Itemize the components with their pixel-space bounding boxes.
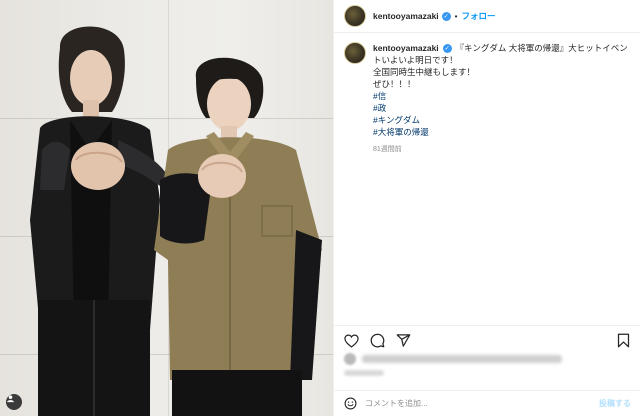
- emoji-icon: [344, 397, 356, 410]
- follow-button[interactable]: フォロー: [461, 10, 495, 22]
- hashtag-kingdom[interactable]: #キングダム: [373, 114, 629, 126]
- save-button[interactable]: [615, 333, 631, 349]
- person-left: [30, 26, 168, 416]
- header-separator: •: [454, 11, 458, 21]
- caption-line-2: 全国同時生中継もします！: [373, 67, 476, 77]
- comment-button[interactable]: [369, 333, 385, 349]
- hashtag-sei[interactable]: #政: [373, 102, 629, 114]
- post-photo[interactable]: [0, 0, 333, 416]
- date-redacted: [344, 370, 384, 376]
- post-timestamp[interactable]: 81週間前: [373, 144, 629, 156]
- likes-summary-blurred: [344, 353, 562, 365]
- emoji-button[interactable]: [343, 397, 357, 411]
- like-button[interactable]: [343, 333, 359, 349]
- caption-line-3: ぜひ！！！: [373, 79, 416, 89]
- heart-icon: [343, 333, 359, 348]
- share-icon: [396, 334, 410, 347]
- caption: kentooyamazaki ✓ 『キングダム 大将軍の帰還』大ヒットイベントいよい…: [344, 42, 634, 156]
- instagram-post: kentooyamazaki ✓ • フォロー kentooyamazaki ✓ 『…: [0, 0, 640, 416]
- caption-username[interactable]: kentooyamazaki: [373, 43, 439, 53]
- comment-box: 投稿する: [334, 390, 640, 416]
- hashtag-return-of-the-great-general[interactable]: #大将軍の帰還: [373, 126, 629, 138]
- verified-badge-icon: ✓: [441, 11, 451, 21]
- caption-avatar[interactable]: [344, 42, 366, 64]
- comment-input[interactable]: [365, 399, 585, 408]
- post-header: kentooyamazaki ✓ • フォロー: [334, 0, 640, 33]
- verified-badge-icon: ✓: [442, 44, 452, 54]
- header-username[interactable]: kentooyamazaki: [373, 11, 439, 21]
- hashtag-shin[interactable]: #信: [373, 90, 629, 102]
- liker-avatar: [344, 353, 356, 365]
- photo-illustration: [30, 26, 322, 416]
- post-sidebar: kentooyamazaki ✓ • フォロー kentooyamazaki ✓ 『…: [333, 0, 640, 416]
- bookmark-icon: [617, 333, 629, 348]
- post-comment-button[interactable]: 投稿する: [599, 398, 631, 409]
- caption-body: kentooyamazaki ✓ 『キングダム 大将軍の帰還』大ヒットイベントいよい…: [373, 42, 629, 156]
- share-button[interactable]: [395, 333, 411, 349]
- comment-icon: [370, 333, 384, 348]
- photo-user-tag-icon[interactable]: [6, 394, 22, 410]
- likes-text-redacted: [362, 355, 562, 363]
- person-right: [154, 57, 322, 416]
- action-bar: [334, 325, 640, 355]
- avatar[interactable]: [344, 5, 366, 27]
